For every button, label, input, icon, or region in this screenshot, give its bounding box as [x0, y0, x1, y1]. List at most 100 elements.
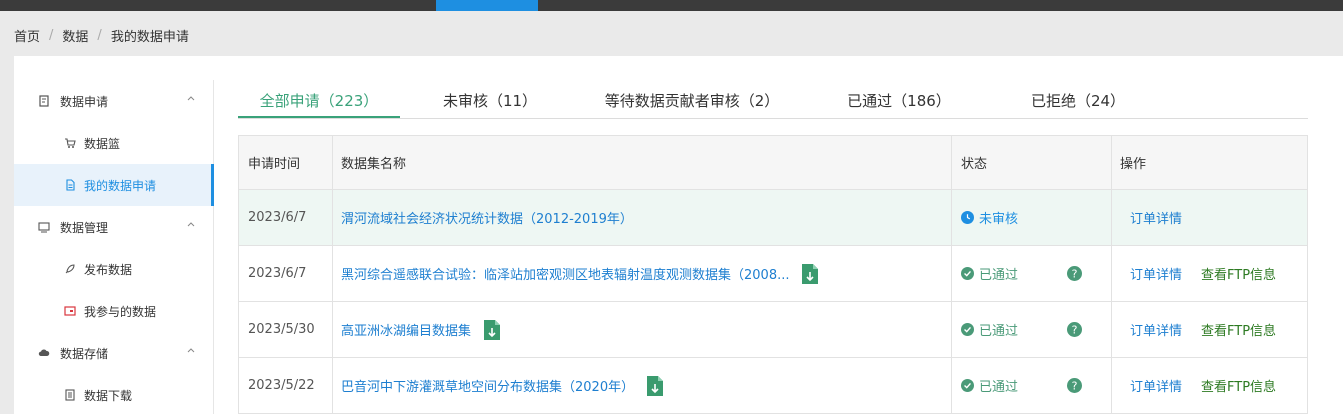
view-ftp-link[interactable]: 查看FTP信息	[1201, 264, 1276, 283]
sidebar-group-data-request[interactable]: 数据申请	[14, 80, 214, 122]
document-icon	[39, 95, 49, 107]
header-status: 状态	[952, 136, 1112, 189]
status-badge: 已通过	[961, 320, 1018, 339]
status-text: 已通过	[979, 380, 1019, 395]
dataset-link[interactable]: 黑河综合遥感联合试验：临泽站加密观测区地表辐射温度观测数据集（2008...	[341, 264, 789, 283]
svg-text:?: ?	[1072, 324, 1078, 337]
sidebar: 数据申请 数据篮 我的数据申请 数据管理 发布数据 我参与的数据 数据存储 数据…	[14, 80, 214, 414]
check-circle-icon	[961, 379, 974, 392]
tab-pending[interactable]: 未审核（11）	[420, 86, 560, 118]
status-text: 已通过	[979, 324, 1019, 339]
table-header-row: 申请时间 数据集名称 状态 操作	[239, 136, 1307, 190]
help-icon[interactable]: ?	[1067, 378, 1082, 393]
chevron-up-icon	[187, 348, 195, 353]
svg-text:?: ?	[1072, 268, 1078, 281]
table-row: 2023/6/7 黑河综合遥感联合试验：临泽站加密观测区地表辐射温度观测数据集（…	[239, 246, 1307, 302]
header-apply-time: 申请时间	[239, 136, 333, 189]
status-cell: 已通过 ?	[952, 358, 1112, 413]
sidebar-item-label: 我的数据申请	[84, 178, 157, 193]
request-tabs: 全部申请（223） 未审核（11） 等待数据贡献者审核（2） 已通过（186） …	[238, 86, 1308, 119]
dataset-link[interactable]: 高亚洲冰湖编目数据集	[341, 320, 471, 339]
apply-date: 2023/5/22	[239, 358, 333, 413]
requests-table: 申请时间 数据集名称 状态 操作 2023/6/7 渭河流域社会经济状况统计数据…	[238, 135, 1308, 414]
status-badge: 已通过	[961, 376, 1018, 395]
tab-approved[interactable]: 已通过（186）	[834, 86, 964, 118]
check-circle-icon	[961, 323, 974, 336]
order-detail-link[interactable]: 订单详情	[1130, 208, 1182, 227]
sidebar-group-data-storage[interactable]: 数据存储	[14, 332, 214, 374]
table-row: 2023/5/22 巴音河中下游灌溉草地空间分布数据集（2020年） 已通过 ?…	[239, 358, 1307, 414]
dataset-cell: 黑河综合遥感联合试验：临泽站加密观测区地表辐射温度观测数据集（2008...	[333, 246, 952, 301]
breadcrumb-current: 我的数据申请	[110, 29, 189, 45]
table-row: 2023/6/7 渭河流域社会经济状况统计数据（2012-2019年） 未审核 …	[239, 190, 1307, 246]
sidebar-item-label: 我参与的数据	[84, 304, 157, 319]
cloud-icon	[38, 349, 50, 356]
rocket-icon	[65, 264, 75, 274]
header-dataset-name: 数据集名称	[333, 136, 952, 189]
sidebar-group-label: 数据管理	[60, 220, 109, 235]
file-download-icon[interactable]	[483, 319, 501, 341]
apply-date: 2023/5/30	[239, 302, 333, 357]
tab-all-requests[interactable]: 全部申请（223）	[238, 86, 400, 118]
chevron-up-icon	[187, 96, 195, 101]
dataset-cell: 高亚洲冰湖编目数据集	[333, 302, 952, 357]
apply-date: 2023/6/7	[239, 246, 333, 301]
operation-cell: 订单详情 查看FTP信息	[1112, 302, 1309, 357]
sidebar-item-data-basket[interactable]: 数据篮	[14, 122, 214, 164]
main-panel: 数据申请 数据篮 我的数据申请 数据管理 发布数据 我参与的数据 数据存储 数据…	[14, 56, 1343, 414]
file-download-icon[interactable]	[646, 375, 664, 397]
file-icon	[66, 179, 75, 191]
dataset-link[interactable]: 巴音河中下游灌溉草地空间分布数据集（2020年）	[341, 376, 634, 395]
sidebar-group-label: 数据存储	[60, 346, 109, 361]
table-row: 2023/5/30 高亚洲冰湖编目数据集 已通过 ? 订单详情 查看FTP信息	[239, 302, 1307, 358]
card-icon	[64, 306, 76, 316]
dataset-link[interactable]: 渭河流域社会经济状况统计数据（2012-2019年）	[341, 208, 633, 227]
sidebar-item-label: 数据篮	[84, 136, 121, 151]
sidebar-item-publish-data[interactable]: 发布数据	[14, 248, 214, 290]
order-detail-link[interactable]: 订单详情	[1130, 376, 1182, 395]
svg-text:?: ?	[1072, 380, 1078, 393]
file-download-icon[interactable]	[801, 263, 819, 285]
operation-cell: 订单详情	[1112, 190, 1309, 245]
sidebar-item-participated-data[interactable]: 我参与的数据	[14, 290, 214, 332]
breadcrumb: 首页 / 数据 / 我的数据申请	[14, 25, 189, 45]
breadcrumb-separator: /	[49, 27, 54, 43]
help-icon[interactable]: ?	[1067, 322, 1082, 337]
top-nav-active-indicator[interactable]	[436, 0, 538, 11]
breadcrumb-data[interactable]: 数据	[62, 26, 88, 45]
order-detail-link[interactable]: 订单详情	[1130, 264, 1182, 283]
sidebar-item-label: 数据下载	[84, 388, 133, 403]
sidebar-item-my-data-request[interactable]: 我的数据申请	[14, 164, 214, 206]
status-cell: 未审核	[952, 190, 1112, 245]
status-badge: 未审核	[961, 208, 1018, 227]
breadcrumb-separator: /	[97, 27, 102, 43]
sidebar-group-label: 数据申请	[60, 94, 109, 109]
operation-cell: 订单详情 查看FTP信息	[1112, 358, 1309, 413]
chevron-up-icon	[187, 222, 195, 227]
sidebar-item-data-download[interactable]: 数据下载	[14, 374, 214, 414]
help-icon[interactable]: ?	[1067, 266, 1082, 281]
list-icon	[65, 389, 75, 401]
monitor-icon	[38, 222, 50, 233]
order-detail-link[interactable]: 订单详情	[1130, 320, 1182, 339]
dataset-cell: 渭河流域社会经济状况统计数据（2012-2019年）	[333, 190, 952, 245]
sidebar-group-data-management[interactable]: 数据管理	[14, 206, 214, 248]
status-cell: 已通过 ?	[952, 302, 1112, 357]
sidebar-item-label: 发布数据	[84, 262, 133, 277]
dataset-cell: 巴音河中下游灌溉草地空间分布数据集（2020年）	[333, 358, 952, 413]
tab-rejected[interactable]: 已拒绝（24）	[1008, 86, 1148, 118]
apply-date: 2023/6/7	[239, 190, 333, 245]
status-badge: 已通过	[961, 264, 1018, 283]
check-circle-icon	[961, 267, 974, 280]
breadcrumb-home[interactable]: 首页	[14, 26, 40, 45]
view-ftp-link[interactable]: 查看FTP信息	[1201, 376, 1276, 395]
status-cell: 已通过 ?	[952, 246, 1112, 301]
clock-icon	[961, 211, 974, 224]
view-ftp-link[interactable]: 查看FTP信息	[1201, 320, 1276, 339]
operation-cell: 订单详情 查看FTP信息	[1112, 246, 1309, 301]
header-operation: 操作	[1120, 157, 1147, 172]
tab-awaiting-contributor[interactable]: 等待数据贡献者审核（2）	[594, 86, 790, 118]
status-text: 已通过	[979, 268, 1019, 283]
status-text: 未审核	[979, 212, 1019, 227]
top-nav-bar	[0, 0, 1343, 11]
